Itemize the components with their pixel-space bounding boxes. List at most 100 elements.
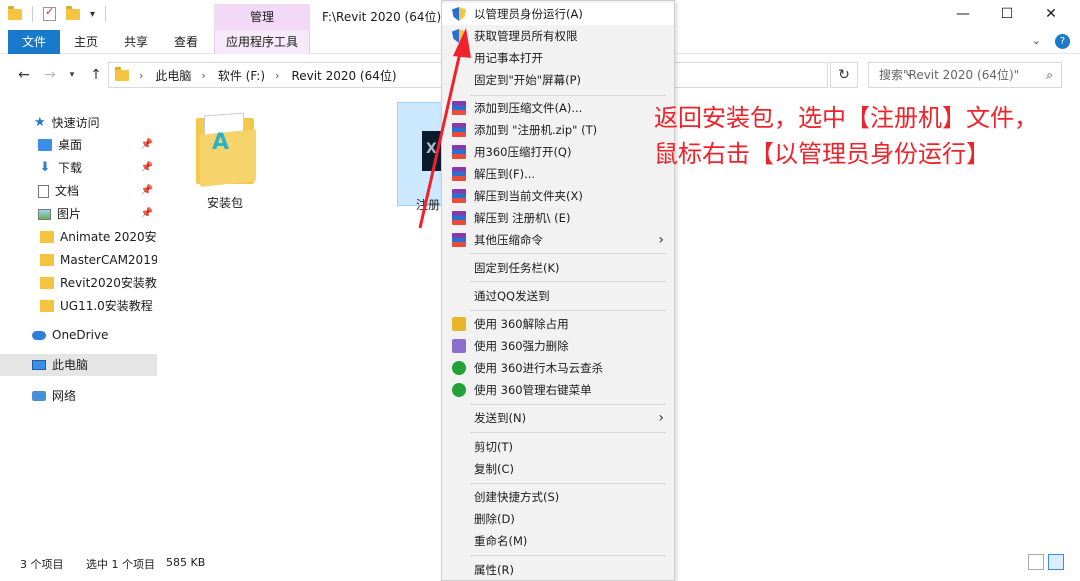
menu-item-add-to-archive[interactable]: 添加到压缩文件(A)... — [442, 97, 674, 119]
folder-icon — [40, 300, 54, 312]
folder-icon — [40, 254, 54, 266]
autodesk-logo-icon: A — [212, 130, 230, 155]
file-item-install-package[interactable]: A 安装包 — [188, 110, 262, 211]
menu-item-label: 其他压缩命令 — [474, 233, 543, 247]
details-view-icon[interactable] — [1028, 554, 1044, 570]
tab-manage[interactable]: 管理 — [214, 4, 310, 30]
sidebar-item-desktop[interactable]: 桌面 📌 — [0, 134, 157, 156]
file-label: 注册 — [416, 198, 441, 212]
sidebar-item-ug-folder[interactable]: UG11.0安装教程 — [0, 295, 157, 317]
menu-item-360-trojan-scan[interactable]: 使用 360进行木马云查杀 — [442, 357, 674, 379]
menu-item-extract-here[interactable]: 解压到当前文件夹(X) — [442, 185, 674, 207]
star-icon: ★ — [34, 115, 46, 130]
menu-item-extract-to[interactable]: 解压到(F)... — [442, 163, 674, 185]
breadcrumb-separator-icon: › — [139, 68, 144, 82]
selected-size: 585 KB — [166, 556, 206, 569]
uac-shield-icon — [452, 7, 466, 21]
close-button[interactable]: ✕ — [1028, 0, 1074, 30]
pin-icon: 📌 — [140, 139, 153, 150]
sidebar-item-pictures[interactable]: 图片 📌 — [0, 203, 157, 225]
tab-view[interactable]: 查看 — [166, 30, 206, 54]
menu-item-delete[interactable]: 删除(D) — [442, 508, 674, 530]
menu-item-add-to-zip[interactable]: 添加到 "注册机.zip" (T) — [442, 119, 674, 141]
pin-icon: 📌 — [140, 162, 153, 173]
separator — [32, 6, 33, 22]
forward-button[interactable]: → — [40, 64, 60, 86]
breadcrumb-this-pc[interactable]: 此电脑 — [155, 67, 191, 84]
file-item-keygen[interactable]: 注册 — [397, 102, 444, 212]
menu-item-label: 删除(D) — [474, 512, 515, 526]
maximize-button[interactable]: ☐ — [984, 0, 1030, 30]
folder-icon: A — [194, 110, 256, 187]
pin-icon: 📌 — [140, 185, 153, 196]
customize-dropdown-icon[interactable]: ▾ — [90, 9, 95, 20]
recent-locations-icon[interactable]: ▾ — [62, 64, 82, 86]
sidebar-item-revit-folder[interactable]: Revit2020安装教程 — [0, 272, 157, 294]
sidebar-item-this-pc[interactable]: 此电脑 — [0, 354, 157, 376]
menu-item-label: 使用 360解除占用 — [474, 317, 569, 331]
menu-item-label: 固定到任务栏(K) — [474, 261, 560, 275]
sidebar-item-documents[interactable]: 文档 📌 — [0, 180, 157, 202]
large-icons-view-icon[interactable] — [1048, 554, 1064, 570]
menu-item-360-force-delete[interactable]: 使用 360强力删除 — [442, 335, 674, 357]
menu-item-label: 使用 360管理右键菜单 — [474, 383, 592, 397]
sidebar-item-quick-access[interactable]: ★ 快速访问 — [0, 112, 157, 134]
sidebar-item-downloads[interactable]: ⬇ 下载 📌 — [0, 157, 157, 179]
menu-item-pin-to-taskbar[interactable]: 固定到任务栏(K) — [442, 257, 674, 279]
menu-item-label: 通过QQ发送到 — [474, 289, 550, 303]
window-title: F:\Revit 2020 (64位) — [322, 10, 442, 24]
sidebar-item-label: 下载 — [58, 161, 83, 175]
menu-item-label: 属性(R) — [474, 563, 514, 577]
expand-ribbon-icon[interactable]: ⌄ — [1032, 34, 1041, 49]
menu-item-pin-to-start[interactable]: 固定到"开始"屏幕(P) — [442, 69, 674, 91]
download-icon: ⬇ — [39, 160, 51, 175]
menu-item-send-to[interactable]: 发送到(N) › — [442, 407, 674, 429]
search-input[interactable]: 搜索"Revit 2020 (64位)" ⌕ — [868, 62, 1062, 88]
tab-share[interactable]: 共享 — [116, 30, 156, 54]
menu-separator — [470, 95, 666, 96]
sidebar-item-network[interactable]: 网络 — [0, 385, 157, 407]
tab-application-tools[interactable]: 应用程序工具 — [214, 30, 310, 54]
network-icon — [32, 391, 46, 401]
breadcrumb-drive[interactable]: 软件 (F:) — [218, 67, 265, 84]
minimize-button[interactable]: — — [940, 0, 986, 30]
menu-item-send-via-qq[interactable]: 通过QQ发送到 — [442, 285, 674, 307]
menu-item-properties[interactable]: 属性(R) — [442, 559, 674, 581]
breadcrumb-folder[interactable]: Revit 2020 (64位) — [291, 67, 396, 84]
sidebar-item-mastercam-folder[interactable]: MasterCAM2019安 — [0, 249, 157, 271]
back-button[interactable]: ← — [14, 64, 34, 86]
refresh-button[interactable]: ↻ — [830, 62, 858, 88]
sidebar-item-label: 文档 — [55, 184, 80, 198]
sidebar-item-onedrive[interactable]: OneDrive — [0, 324, 157, 346]
menu-item-cut[interactable]: 剪切(T) — [442, 436, 674, 458]
item-count: 3 个项目 — [20, 558, 64, 571]
winrar-icon — [452, 211, 466, 225]
menu-item-360-unlock[interactable]: 使用 360解除占用 — [442, 313, 674, 335]
menu-item-copy[interactable]: 复制(C) — [442, 458, 674, 480]
help-icon[interactable]: ? — [1055, 34, 1070, 49]
menu-item-label: 用记事本打开 — [474, 51, 543, 65]
winrar-icon — [452, 123, 466, 137]
winrar-icon — [452, 145, 466, 159]
menu-item-rename[interactable]: 重命名(M) — [442, 530, 674, 552]
sidebar-item-label: MasterCAM2019安 — [60, 253, 157, 267]
sidebar-item-animate-folder[interactable]: Animate 2020安装 — [0, 226, 157, 248]
tab-home[interactable]: 主页 — [66, 30, 106, 54]
menu-item-360-manage-menu[interactable]: 使用 360管理右键菜单 — [442, 379, 674, 401]
menu-item-label: 解压到当前文件夹(X) — [474, 189, 583, 203]
menu-item-open-with-notepad[interactable]: 用记事本打开 — [442, 47, 674, 69]
menu-item-take-ownership[interactable]: 获取管理员所有权限 — [442, 25, 674, 47]
menu-item-extract-to-folder[interactable]: 解压到 注册机\ (E) — [442, 207, 674, 229]
menu-item-run-as-admin[interactable]: 以管理员身份运行(A) — [442, 3, 674, 25]
menu-item-other-compress[interactable]: 其他压缩命令 › — [442, 229, 674, 251]
sidebar-item-label: Revit2020安装教程 — [60, 276, 157, 290]
properties-icon[interactable] — [43, 5, 56, 21]
tab-file[interactable]: 文件 — [8, 30, 60, 54]
context-menu: 以管理员身份运行(A) 获取管理员所有权限 用记事本打开 固定到"开始"屏幕(P… — [441, 0, 675, 581]
menu-item-label: 复制(C) — [474, 462, 515, 476]
new-folder-icon[interactable] — [66, 5, 80, 20]
menu-item-create-shortcut[interactable]: 创建快捷方式(S) — [442, 486, 674, 508]
menu-item-label: 添加到 "注册机.zip" (T) — [474, 123, 598, 137]
menu-item-open-with-360zip[interactable]: 用360压缩打开(Q) — [442, 141, 674, 163]
up-button[interactable]: ↑ — [86, 64, 106, 86]
